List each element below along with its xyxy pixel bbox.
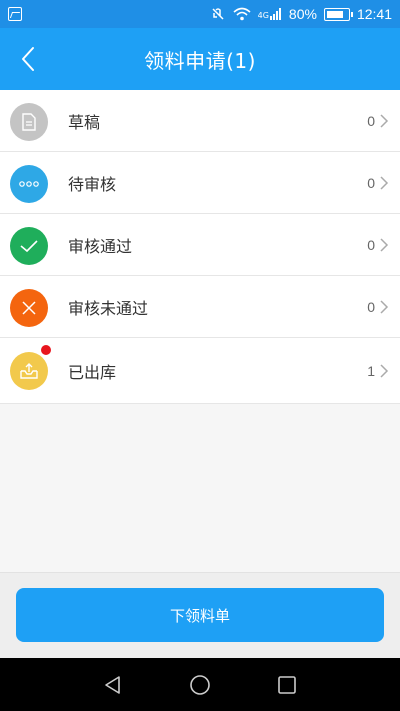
app-header: 领料申请(1): [0, 28, 400, 90]
rejected-status-icon: [10, 289, 48, 327]
pending-status-icon: [10, 165, 48, 203]
page-title: 领料申请(1): [144, 48, 256, 73]
list-item-count: 1: [367, 362, 375, 379]
vibrate-off-icon: [212, 8, 224, 20]
chevron-left-icon: [22, 47, 34, 71]
list-item-approved[interactable]: 审核通过 0: [0, 214, 400, 276]
signal-strength-icon: [269, 8, 281, 20]
chevron-right-icon: [380, 238, 389, 252]
list-item-label: 待审核: [68, 174, 117, 194]
approved-status-icon: [10, 227, 48, 265]
create-requisition-button[interactable]: 下领料单: [16, 588, 384, 642]
list-item-label: 已出库: [68, 362, 117, 382]
draft-status-icon: [10, 103, 48, 141]
status-time: 12:41: [356, 6, 392, 22]
nav-home-button[interactable]: [186, 671, 214, 699]
chevron-right-icon: [380, 176, 389, 190]
chevron-right-icon: [380, 114, 389, 128]
back-button[interactable]: [14, 45, 42, 73]
system-nav-bar: [0, 658, 400, 711]
document-icon: [22, 113, 36, 131]
network-type-label: 4G: [257, 11, 269, 20]
list-item-shipped[interactable]: 已出库 1: [0, 338, 400, 404]
gallery-notification-icon: [8, 7, 22, 21]
status-list: 草稿 0 待审核 0 审核通过 0 审核未通过 0 已出库 1: [0, 90, 400, 404]
chevron-right-icon: [380, 300, 389, 314]
battery-icon: [323, 7, 353, 21]
list-item-count: 0: [367, 174, 375, 191]
chevron-right-icon: [380, 364, 389, 378]
list-item-draft[interactable]: 草稿 0: [0, 90, 400, 152]
list-item-pending[interactable]: 待审核 0: [0, 152, 400, 214]
nav-back-button[interactable]: [99, 671, 127, 699]
shipped-status-icon: [10, 352, 48, 390]
list-item-label: 草稿: [68, 112, 101, 132]
close-icon: [22, 301, 36, 315]
wifi-icon: [233, 7, 251, 21]
status-bar: 4G 80% 12:41: [0, 0, 400, 28]
list-item-label: 审核通过: [68, 236, 133, 256]
list-item-count: 0: [367, 236, 375, 253]
check-icon: [20, 240, 38, 253]
list-item-count: 0: [367, 112, 375, 129]
bottom-panel: 下领料单: [0, 572, 400, 658]
notification-badge: [40, 344, 52, 356]
list-item-count: 0: [367, 298, 375, 315]
more-dots-icon: [19, 181, 39, 187]
network-indicator: 4G: [258, 8, 282, 20]
square-recents-icon: [277, 675, 296, 694]
list-item-rejected[interactable]: 审核未通过 0: [0, 276, 400, 338]
circle-home-icon: [190, 674, 210, 695]
nav-recents-button[interactable]: [273, 671, 301, 699]
list-item-label: 审核未通过: [68, 298, 149, 318]
outbox-icon: [20, 363, 38, 379]
triangle-back-icon: [105, 675, 121, 694]
battery-percentage: 80%: [288, 6, 317, 22]
